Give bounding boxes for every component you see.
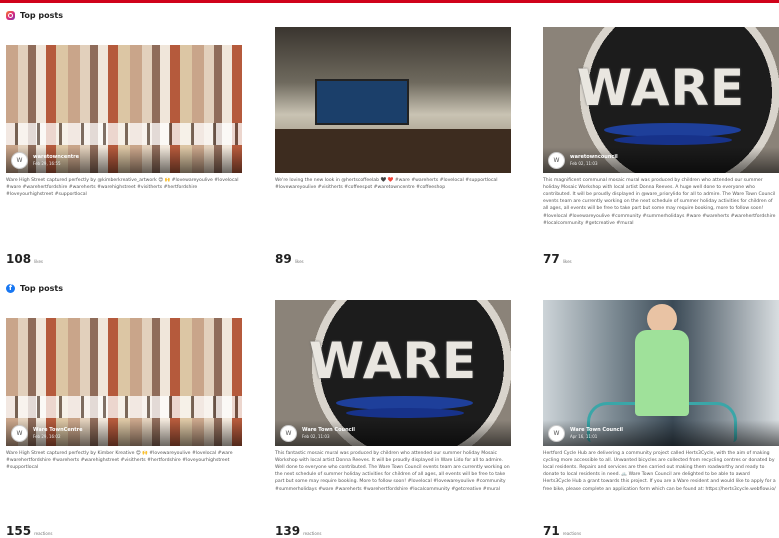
post-engagement: 77 likes <box>543 252 572 266</box>
post-card[interactable]: W waretowncentre Feb 29, 16:55 Ware High… <box>6 27 242 198</box>
engagement-count: 108 <box>6 252 32 266</box>
engagement-count: 77 <box>543 252 560 266</box>
section-title: Top posts <box>20 10 63 20</box>
post-date: Feb 02, 11:03 <box>570 161 598 166</box>
post-date: Feb 02, 11:03 <box>302 434 330 439</box>
engagement-unit: likes <box>34 259 44 264</box>
post-card[interactable]: W waretowncentre Mar 14, 09:30 We're lov… <box>275 27 511 191</box>
post-image[interactable]: W waretowncentre Mar 14, 09:30 <box>275 27 511 173</box>
post-image[interactable]: W Ware Town Council Apr 16, 11:01 <box>543 300 779 446</box>
post-image[interactable]: WARE W Ware Town Council Feb 02, 11:03 <box>275 300 511 446</box>
engagement-unit: reactions <box>562 531 582 536</box>
post-image[interactable]: W waretowncentre Feb 29, 16:55 <box>6 27 242 173</box>
post-date: Feb 29, 16:55 <box>33 161 61 166</box>
post-author-overlay: W waretowncouncil Feb 02, 11:03 <box>543 147 779 173</box>
post-card[interactable]: WARE W waretowncouncil Feb 02, 11:03 Thi… <box>543 27 779 227</box>
instagram-section-header: Top posts <box>6 8 63 22</box>
post-card[interactable]: W Ware TownCentre Feb 29, 16:02 Ware Hig… <box>6 300 242 471</box>
avatar: W <box>548 151 565 169</box>
engagement-count: 89 <box>275 252 292 266</box>
engagement-count: 71 <box>543 524 560 538</box>
post-caption: Ware High Street captured perfectly by K… <box>6 451 233 471</box>
post-caption: Ware High Street captured perfectly by @… <box>6 178 239 198</box>
post-image[interactable]: W Ware TownCentre Feb 29, 16:02 <box>6 300 242 446</box>
post-author: Ware TownCentre <box>33 427 83 433</box>
facebook-icon: f <box>6 283 15 293</box>
engagement-unit: likes <box>294 259 304 264</box>
post-author: waretowncentre <box>33 154 80 160</box>
post-card[interactable]: WARE W Ware Town Council Feb 02, 11:03 T… <box>275 300 511 493</box>
post-author-overlay: W Ware Town Council Feb 02, 11:03 <box>275 420 511 446</box>
post-engagement: 139 reactions <box>275 524 321 538</box>
post-author-overlay: W Ware Town Council Apr 16, 11:01 <box>543 420 779 446</box>
post-caption: We're loving the new look in @hertscoffe… <box>275 178 498 191</box>
avatar: W <box>280 151 297 169</box>
post-author-overlay: W Ware TownCentre Feb 29, 16:02 <box>6 420 242 446</box>
avatar: W <box>11 424 28 442</box>
engagement-count: 155 <box>6 524 32 538</box>
post-caption: Hertford Cycle Hub are delivering a comm… <box>543 451 776 492</box>
engagement-unit: reactions <box>303 531 322 536</box>
facebook-section-header: f Top posts <box>6 281 63 295</box>
post-author: waretowncentre <box>302 154 349 160</box>
mosaic-ware-lettering: WARE <box>576 59 746 118</box>
avatar: W <box>548 424 565 442</box>
post-engagement: 155 reactions <box>6 524 52 538</box>
engagement-unit: reactions <box>34 531 53 536</box>
post-author: waretowncouncil <box>570 154 618 160</box>
avatar: W <box>11 151 28 169</box>
post-card[interactable]: W Ware Town Council Apr 16, 11:01 Hertfo… <box>543 300 779 493</box>
post-author: Ware Town Council <box>302 427 356 433</box>
post-caption: This fantastic mosaic mural was produced… <box>275 451 510 492</box>
post-engagement: 89 likes <box>275 252 304 266</box>
post-caption: This magnificent communal mosaic mural w… <box>543 178 776 226</box>
post-author-overlay: W waretowncentre Mar 14, 09:30 <box>275 147 511 173</box>
post-date: Mar 14, 09:30 <box>302 161 330 166</box>
engagement-count: 139 <box>275 524 301 538</box>
section-title: Top posts <box>20 283 63 293</box>
post-date: Feb 29, 16:02 <box>33 434 61 439</box>
post-image[interactable]: WARE W waretowncouncil Feb 02, 11:03 <box>543 27 779 173</box>
post-engagement: 71 reactions <box>543 524 581 538</box>
mosaic-ware-lettering: WARE <box>308 332 478 391</box>
top-accent-bar <box>0 0 779 3</box>
engagement-unit: likes <box>562 259 572 264</box>
post-engagement: 108 likes <box>6 252 43 266</box>
avatar: W <box>280 424 297 442</box>
post-date: Apr 16, 11:01 <box>570 434 598 439</box>
post-author-overlay: W waretowncentre Feb 29, 16:55 <box>6 147 242 173</box>
instagram-icon <box>6 10 15 20</box>
post-author: Ware Town Council <box>570 427 624 433</box>
